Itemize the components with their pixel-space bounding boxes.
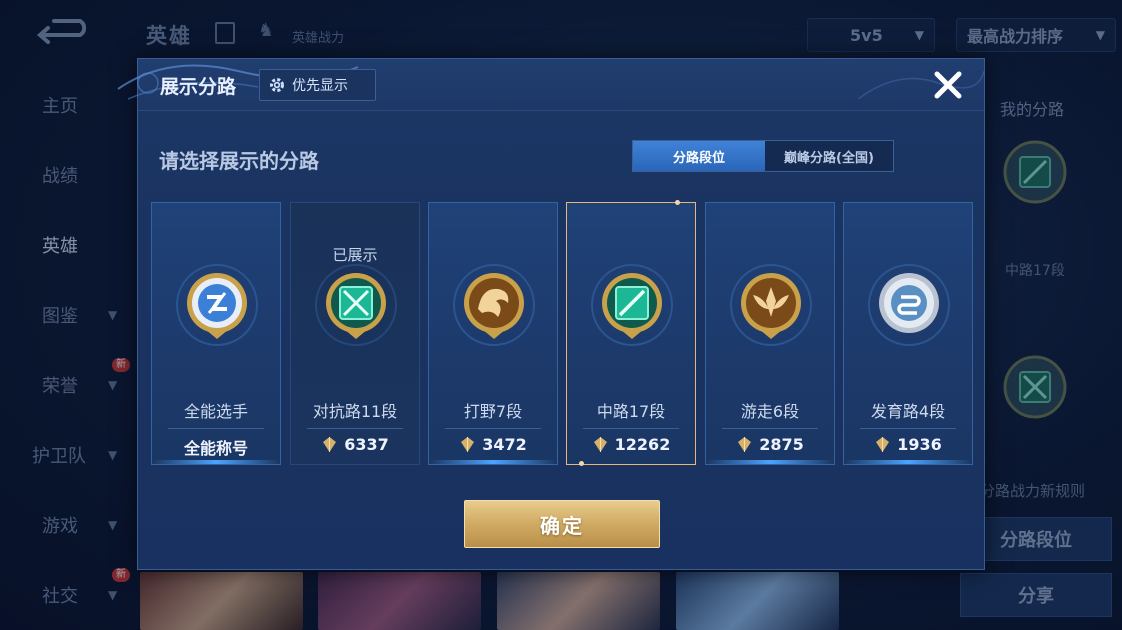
power-icon bbox=[461, 437, 475, 452]
mid-lane-emblem-icon bbox=[591, 264, 673, 346]
power-icon bbox=[593, 437, 607, 452]
card-glow bbox=[429, 460, 557, 464]
lane-score: 1936 bbox=[844, 435, 972, 454]
priority-display-label: 优先显示 bbox=[292, 78, 348, 94]
divider bbox=[168, 428, 264, 429]
versatile-emblem-icon bbox=[176, 264, 258, 346]
close-icon[interactable] bbox=[930, 67, 966, 103]
lane-card-jungle[interactable]: 打野7段 3472 bbox=[428, 202, 558, 465]
divider bbox=[860, 428, 956, 429]
power-icon bbox=[323, 437, 337, 452]
tab-peak-lane[interactable]: 巅峰分路(全国) bbox=[765, 141, 893, 171]
power-icon bbox=[738, 437, 752, 452]
lane-card-mid[interactable]: 中路17段 12262 bbox=[566, 200, 696, 466]
lane-score: 全能称号 bbox=[152, 435, 280, 459]
lane-name: 中路17段 bbox=[596, 402, 666, 421]
jungle-emblem-icon bbox=[453, 264, 535, 346]
selection-dot bbox=[675, 200, 680, 205]
card-glow bbox=[844, 460, 972, 464]
roam-emblem-icon bbox=[730, 264, 812, 346]
lane-card-versatile[interactable]: 全能选手 全能称号 bbox=[151, 202, 281, 465]
divider bbox=[722, 428, 818, 429]
lane-name: 游走6段 bbox=[740, 402, 800, 421]
power-icon bbox=[876, 437, 890, 452]
lane-name: 对抗路11段 bbox=[312, 402, 398, 421]
lane-score-value: 6337 bbox=[344, 435, 389, 454]
lane-score-value: 2875 bbox=[759, 435, 804, 454]
lane-score-value: 12262 bbox=[614, 435, 671, 454]
lane-score-value: 3472 bbox=[482, 435, 527, 454]
priority-display-button[interactable]: 优先显示 bbox=[259, 69, 376, 101]
lane-score: 12262 bbox=[567, 435, 695, 454]
divider bbox=[307, 428, 403, 429]
divider bbox=[445, 428, 541, 429]
lane-score: 2875 bbox=[706, 435, 834, 454]
lane-display-dialog: 展示分路 优先显示 请选择展示的分路 分路段位 巅峰分路(全国) 全能选手 全能… bbox=[117, 58, 985, 570]
lane-card-farm[interactable]: 发育路4段 1936 bbox=[843, 202, 973, 465]
lane-score: 3472 bbox=[429, 435, 557, 454]
tab-lane-rank[interactable]: 分路段位 bbox=[633, 141, 765, 171]
lane-name: 发育路4段 bbox=[870, 402, 946, 421]
dialog-subtitle: 请选择展示的分路 bbox=[159, 149, 319, 173]
dialog-title: 展示分路 bbox=[160, 76, 237, 98]
confirm-button[interactable]: 确定 bbox=[464, 500, 660, 548]
card-glow bbox=[706, 460, 834, 464]
lane-name: 打野7段 bbox=[463, 402, 523, 421]
farm-lane-emblem-icon bbox=[868, 264, 950, 346]
lane-name: 全能选手 bbox=[183, 402, 248, 421]
divider bbox=[583, 428, 679, 429]
dialog-header: 展示分路 优先显示 bbox=[117, 59, 984, 111]
clash-lane-emblem-icon bbox=[315, 264, 397, 346]
lane-tab-switch: 分路段位 巅峰分路(全国) bbox=[632, 140, 894, 172]
shown-label: 已展示 bbox=[332, 246, 378, 264]
lane-score-value: 全能称号 bbox=[183, 439, 248, 458]
lane-score: 6337 bbox=[291, 435, 419, 454]
lane-card-clash[interactable]: 已展示 对抗路11段 6337 bbox=[290, 202, 420, 465]
card-glow bbox=[152, 460, 280, 464]
lane-score-value: 1936 bbox=[897, 435, 942, 454]
lane-card-roam[interactable]: 游走6段 2875 bbox=[705, 202, 835, 465]
selection-dot bbox=[579, 461, 584, 466]
gear-icon bbox=[270, 78, 284, 92]
